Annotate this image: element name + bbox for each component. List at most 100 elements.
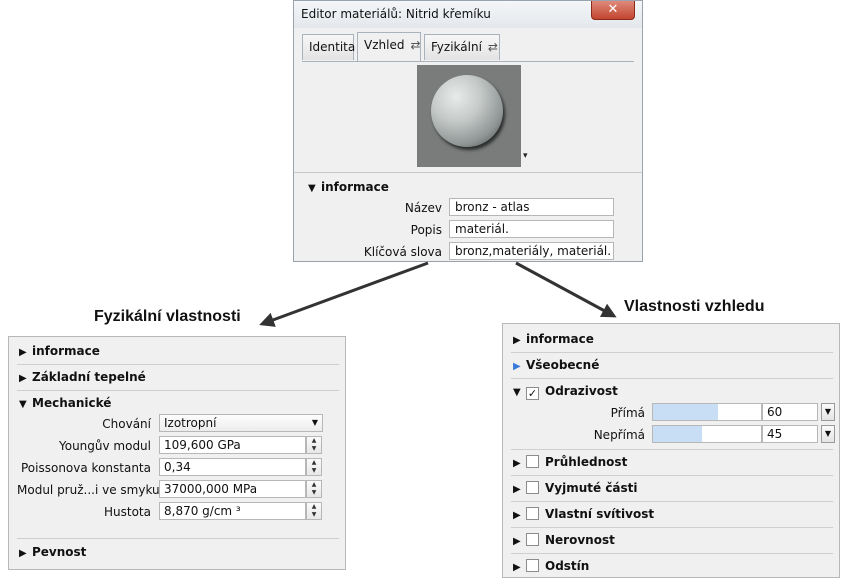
direct-label: Přímá [610, 406, 645, 420]
poisson-ratio-spinner[interactable]: ▲ ▼ [306, 458, 322, 476]
swap-icon: ⇄ [487, 40, 498, 54]
physical-properties-panel: ▶ informace ▶ Základní tepelné ▼ Mechanické… [8, 336, 346, 570]
direct-slider[interactable] [652, 403, 762, 421]
tab-divider [302, 61, 634, 62]
behavior-label: Chování [102, 417, 151, 431]
physical-properties-caption: Fyzikální vlastnosti [94, 308, 241, 325]
section-mechanical-label: Mechanické [32, 396, 112, 410]
tab-appearance[interactable]: Vzhled ⇄ [357, 32, 421, 61]
collapsed-triangle-icon: ▶ [19, 548, 27, 559]
direct-value-field[interactable]: 60 [762, 403, 818, 421]
tint-checkbox[interactable] [526, 559, 539, 572]
section-bump-label: Nerovnost [545, 533, 615, 547]
section-info[interactable]: ▶ informace [19, 344, 100, 358]
arrow-to-physical [259, 261, 429, 327]
tab-identity[interactable]: Identita [302, 34, 356, 60]
collapsed-triangle-icon: ▶ [19, 373, 27, 384]
tab-physical[interactable]: Fyzikální ⇄ [424, 34, 500, 60]
section-info-label: informace [321, 180, 389, 194]
cutout-checkbox[interactable] [526, 481, 539, 494]
section-info[interactable]: ▶ informace [513, 332, 594, 346]
divider [511, 352, 833, 353]
section-general-label: Všeobecné [526, 358, 600, 372]
density-spinner[interactable]: ▲ ▼ [306, 502, 322, 520]
collapsed-triangle-icon: ▶ [513, 536, 521, 547]
expanded-triangle-icon: ▼ [513, 387, 521, 398]
appearance-properties-panel: ▶ informace ▶ Všeobecné ▼ ✓ Odrazivost Přímá… [502, 323, 840, 578]
indirect-dropdown[interactable]: ▼ [821, 425, 835, 443]
collapsed-triangle-icon: ▶ [513, 335, 521, 346]
poisson-ratio-label: Poissonova konstanta [21, 461, 151, 475]
section-thermal[interactable]: ▶ Základní tepelné [19, 370, 146, 384]
collapsed-triangle-icon: ▶ [513, 361, 521, 372]
title-bar[interactable]: Editor materiálů: Nitrid křemíku ✕ [294, 1, 642, 28]
chevron-down-icon: ▼ [824, 407, 832, 416]
tab-appearance-label: Vzhled [364, 38, 405, 52]
collapsed-triangle-icon: ▶ [513, 484, 521, 495]
indirect-slider-fill [653, 426, 702, 442]
self-illumination-checkbox[interactable] [526, 507, 539, 520]
section-reflectivity[interactable]: ▼ ✓ Odrazivost [513, 384, 618, 400]
section-cutout-label: Vyjmuté části [545, 481, 638, 495]
direct-dropdown[interactable]: ▼ [821, 403, 835, 421]
divider [511, 527, 833, 528]
section-self-illumination[interactable]: ▶ Vlastní svítivost [513, 507, 654, 521]
section-reflectivity-label: Odrazivost [545, 384, 618, 398]
keywords-field[interactable]: bronz,materiály, materiál. [449, 242, 614, 260]
divider [511, 475, 833, 476]
section-tint-label: Odstín [545, 559, 590, 573]
youngs-modulus-field[interactable]: 109,600 GPa [159, 436, 306, 454]
appearance-properties-caption: Vlastnosti vzhledu [624, 298, 765, 315]
collapsed-triangle-icon: ▶ [513, 510, 521, 521]
preview-options-dropdown-icon[interactable]: ▾ [523, 151, 528, 161]
indirect-value-field[interactable]: 45 [762, 425, 818, 443]
youngs-modulus-spinner[interactable]: ▲ ▼ [306, 436, 322, 454]
section-general[interactable]: ▶ Všeobecné [513, 358, 599, 372]
divider [511, 501, 833, 502]
section-tint[interactable]: ▶ Odstín [513, 559, 589, 573]
density-field[interactable]: 8,870 g/cm ³ [159, 502, 306, 520]
transparency-checkbox[interactable] [526, 455, 539, 468]
section-strength[interactable]: ▶ Pevnost [19, 545, 86, 559]
reflectivity-checkbox[interactable]: ✓ [526, 387, 539, 400]
name-field[interactable]: bronz - atlas [449, 198, 614, 216]
expanded-triangle-icon: ▼ [308, 183, 316, 194]
section-transparency-label: Průhlednost [545, 455, 628, 469]
description-label: Popis [410, 223, 442, 237]
separator [294, 172, 642, 173]
direct-slider-fill [653, 404, 718, 420]
tab-identity-label: Identita [309, 40, 356, 54]
indirect-slider[interactable] [652, 425, 762, 443]
divider [511, 378, 833, 379]
youngs-modulus-label: Youngův modul [58, 439, 151, 453]
bump-checkbox[interactable] [526, 533, 539, 546]
behavior-value: Izotropní [164, 416, 217, 430]
section-mechanical[interactable]: ▼ Mechanické [19, 396, 111, 410]
poisson-ratio-field[interactable]: 0,34 [159, 458, 306, 476]
expanded-triangle-icon: ▼ [19, 399, 27, 410]
divider [511, 553, 833, 554]
material-preview[interactable] [417, 65, 521, 167]
shear-modulus-spinner[interactable]: ▲ ▼ [306, 480, 322, 498]
collapsed-triangle-icon: ▶ [513, 458, 521, 469]
collapsed-triangle-icon: ▶ [513, 562, 521, 573]
tab-bar: Identita Vzhled ⇄ Fyzikální ⇄ [302, 32, 634, 62]
section-cutout[interactable]: ▶ Vyjmuté části [513, 481, 638, 495]
close-button[interactable]: ✕ [591, 1, 635, 20]
behavior-select[interactable]: Izotropní ▼ [159, 414, 323, 432]
arrow-to-appearance [515, 261, 617, 318]
shear-modulus-field[interactable]: 37000,000 MPa [159, 480, 306, 498]
material-editor-window: Editor materiálů: Nitrid křemíku ✕ Ident… [293, 0, 643, 262]
density-label: Hustota [104, 505, 151, 519]
section-bump[interactable]: ▶ Nerovnost [513, 533, 615, 547]
description-field[interactable]: materiál. [449, 220, 614, 238]
section-transparency[interactable]: ▶ Průhlednost [513, 455, 627, 469]
divider [511, 449, 833, 450]
section-info-header[interactable]: ▼ informace [308, 180, 389, 194]
tab-physical-label: Fyzikální [431, 40, 482, 54]
swap-icon: ⇄ [410, 38, 421, 52]
divider [17, 390, 339, 391]
preview-sphere [431, 75, 503, 147]
chevron-down-icon: ▼ [824, 429, 832, 438]
section-info-label: informace [526, 332, 594, 346]
